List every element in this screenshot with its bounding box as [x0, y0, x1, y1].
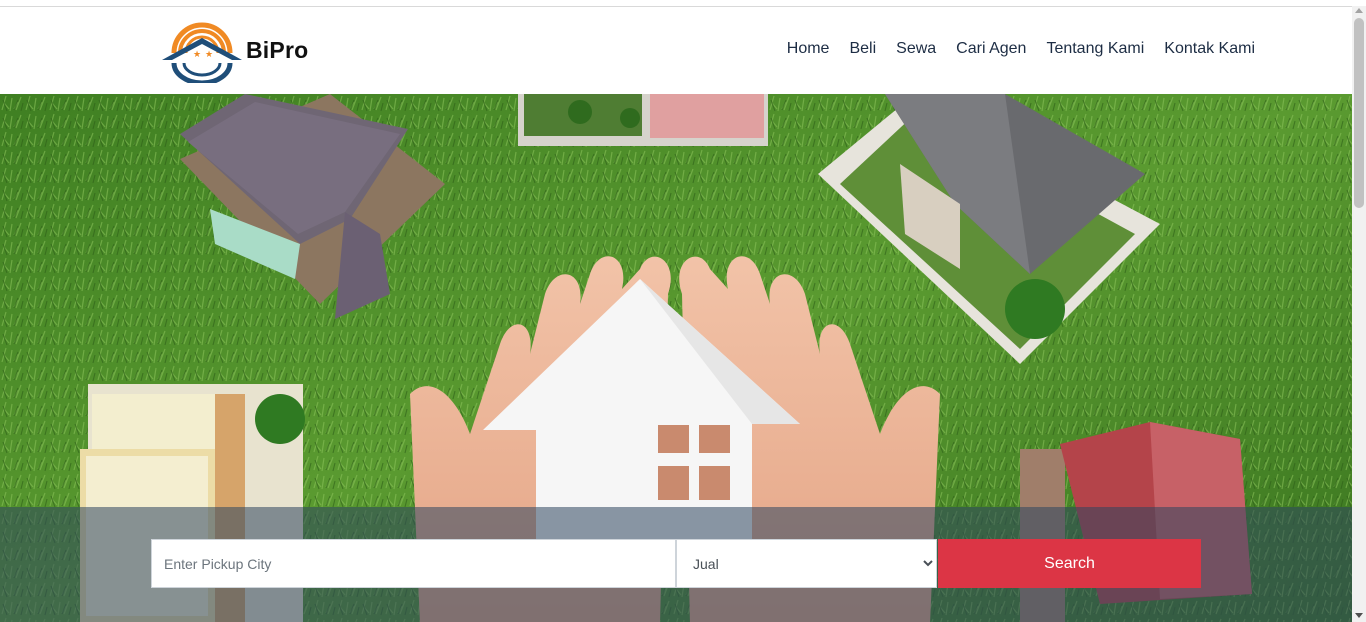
city-search-input[interactable]	[151, 539, 676, 588]
scroll-up-arrow-icon[interactable]	[1355, 8, 1363, 13]
nav-tentang-kami[interactable]: Tentang Kami	[1046, 40, 1144, 58]
main-nav: Home Beli Sewa Cari Agen Tentang Kami Ko…	[787, 40, 1255, 58]
search-bar: Jual Search	[0, 507, 1352, 622]
page: ★ ★ BiPro Home Beli Sewa Cari Agen Tenta…	[0, 0, 1366, 622]
svg-text:★: ★	[193, 50, 201, 60]
scroll-down-arrow-icon[interactable]	[1355, 613, 1363, 618]
page-scrollbar[interactable]	[1352, 6, 1366, 622]
sun-house-logo-icon: ★ ★	[162, 22, 242, 83]
svg-text:★: ★	[205, 50, 213, 60]
navbar: ★ ★ BiPro Home Beli Sewa Cari Agen Tenta…	[0, 7, 1352, 94]
nav-home[interactable]: Home	[787, 40, 830, 58]
nav-beli[interactable]: Beli	[849, 40, 876, 58]
nav-kontak-kami[interactable]: Kontak Kami	[1164, 40, 1255, 58]
model-garden-top	[518, 94, 768, 146]
search-button[interactable]: Search	[938, 539, 1201, 588]
brand-name: BiPro	[246, 36, 309, 63]
brand-logo-link[interactable]: ★ ★ BiPro	[160, 17, 308, 83]
nav-cari-agen[interactable]: Cari Agen	[956, 40, 1026, 58]
listing-type-select[interactable]: Jual	[676, 539, 937, 588]
hero-section: Jual Search	[0, 94, 1352, 622]
nav-sewa[interactable]: Sewa	[896, 40, 936, 58]
scrollbar-thumb[interactable]	[1354, 18, 1364, 208]
